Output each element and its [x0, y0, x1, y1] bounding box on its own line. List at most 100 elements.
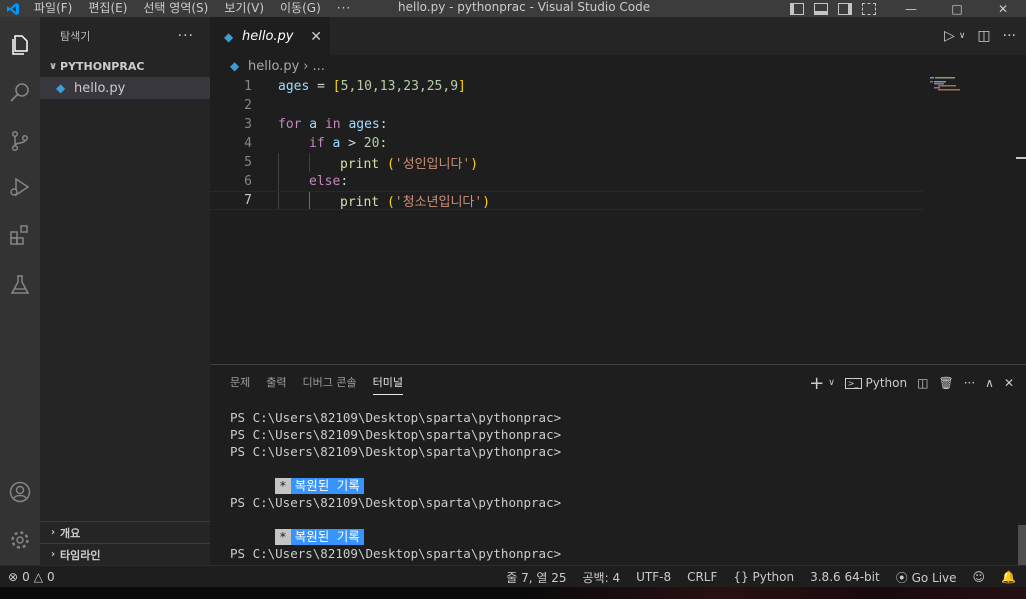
code-line-6: 6 else: [210, 172, 930, 191]
chevron-right-icon: › [50, 527, 56, 538]
editor-tab-bar: ◆ hello.py ✕ ▷ ∨ ◫ ··· [210, 17, 1026, 55]
split-editor-icon[interactable]: ◫ [977, 28, 990, 44]
menu-go[interactable]: 이동(G) [272, 0, 329, 17]
section-timeline-label: 타임라인 [60, 548, 101, 562]
code-text: for a in ages: [278, 117, 388, 132]
terminal-scrollbar[interactable] [1018, 525, 1026, 565]
end-of-line[interactable]: CRLF [687, 570, 717, 584]
folder-pythonprac[interactable]: ∨ PYTHONPRAC [40, 55, 210, 77]
file-item-hello-py[interactable]: ◆ hello.py [40, 77, 210, 99]
manage-gear-icon[interactable] [0, 520, 40, 560]
terminal-output[interactable]: PS C:\Users\82109\Desktop\sparta\pythonp… [230, 409, 561, 562]
status-right-items: 줄 7, 열 25 공백: 4 UTF-8 CRLF {} Python 3.8… [506, 566, 1016, 588]
line-number: 7 [244, 193, 252, 208]
editor-area: ◆ hello.py ✕ ▷ ∨ ◫ ··· ◆ hello.py › ... … [210, 17, 1026, 364]
warning-icon: △ [33, 570, 43, 584]
breadcrumb-separator-icon: › [303, 58, 309, 74]
minimap[interactable] [930, 75, 1020, 115]
line-number: 4 [244, 136, 252, 151]
toggle-panel-icon[interactable] [814, 2, 828, 15]
close-window-icon[interactable]: ✕ [980, 0, 1026, 17]
menu-edit[interactable]: 편집(E) [80, 0, 135, 17]
close-tab-icon[interactable]: ✕ [310, 29, 322, 45]
explorer-icon[interactable] [0, 25, 40, 65]
token-operator: : [379, 117, 388, 132]
error-count: 0 [22, 570, 30, 584]
token-variable: ages [278, 79, 310, 94]
extensions-icon[interactable] [0, 215, 40, 255]
feedback-icon[interactable]: ☺ [973, 570, 986, 584]
code-editor[interactable]: 1 ages = [5,10,13,23,25,9] 2 3 for a in … [210, 77, 930, 210]
run-python-file-icon[interactable]: ▷ [944, 28, 955, 44]
python-file-icon: ◆ [224, 29, 234, 44]
activity-bar [0, 17, 40, 565]
token-variable: ages [340, 117, 380, 132]
notifications-bell-icon[interactable]: 🔔 [1001, 570, 1016, 584]
broadcast-icon: ⦿ [895, 570, 908, 585]
editor-more-actions-icon[interactable]: ··· [1003, 28, 1016, 44]
language-mode[interactable]: {} Python [733, 570, 794, 584]
menu-view[interactable]: 보기(V) [216, 0, 272, 17]
split-terminal-icon[interactable]: ◫ [917, 376, 928, 390]
panel-more-actions-icon[interactable]: ··· [964, 376, 975, 390]
token-operator: : [340, 174, 349, 189]
problems-status[interactable]: ⊗ 0 △ 0 [8, 566, 55, 588]
code-line-3: 3 for a in ages: [210, 115, 930, 134]
accounts-icon[interactable] [0, 472, 40, 512]
tab-terminal[interactable]: 터미널 [365, 365, 411, 401]
encoding[interactable]: UTF-8 [636, 570, 671, 584]
menu-bar: 파일(F) 편집(E) 선택 영역(S) 보기(V) 이동(G) ··· [26, 0, 359, 17]
restored-history-badge: * 복원된 기록 [275, 529, 364, 545]
code-text: else: [309, 174, 348, 189]
folder-name: PYTHONPRAC [60, 59, 145, 73]
breadcrumb-more[interactable]: ... [312, 59, 324, 74]
section-timeline[interactable]: › 타임라인 [40, 543, 210, 565]
customize-layout-icon[interactable] [862, 2, 876, 15]
maximize-panel-chevron-up-icon[interactable]: ∧ [985, 376, 994, 390]
section-outline[interactable]: › 개요 [40, 521, 210, 543]
search-icon[interactable] [0, 73, 40, 113]
bottom-panel: 문제 출력 디버그 콘솔 터미널 + ∨ >_ Python ◫ 🗑 ··· ∧… [210, 364, 1026, 565]
explorer-sidebar: 탐색기 ··· ∨ PYTHONPRAC ◆ hello.py › 개요 › 타… [40, 17, 210, 565]
code-text: ages = [5,10,13,23,25,9] [278, 79, 466, 94]
python-interpreter[interactable]: 3.8.6 64-bit [810, 570, 880, 584]
tab-debug-console[interactable]: 디버그 콘솔 [295, 365, 365, 401]
editor-actions: ▷ ∨ ◫ ··· [944, 17, 1016, 55]
close-panel-icon[interactable]: ✕ [1004, 376, 1014, 390]
terminal-restored-line: * 복원된 기록 [230, 511, 561, 545]
layout-controls [790, 0, 876, 17]
maximize-icon[interactable]: □ [934, 0, 980, 17]
new-terminal-icon[interactable]: + [809, 373, 824, 394]
menu-selection[interactable]: 선택 영역(S) [135, 0, 216, 17]
menu-file[interactable]: 파일(F) [26, 0, 80, 17]
token-keyword: else [309, 174, 341, 189]
terminal-line: PS C:\Users\82109\Desktop\sparta\pythonp… [230, 427, 562, 442]
source-control-icon[interactable] [0, 121, 40, 161]
code-line-5: 5 print ('성인입니다') [210, 153, 930, 172]
editor-scrollbar[interactable] [1016, 157, 1026, 159]
minimize-icon[interactable]: — [888, 0, 934, 17]
run-debug-icon[interactable] [0, 167, 40, 207]
toggle-sidebar-icon[interactable] [790, 2, 804, 15]
token-function: print [340, 195, 380, 210]
testing-icon[interactable] [0, 265, 40, 305]
chevron-down-icon[interactable]: ∨ [828, 378, 835, 388]
chevron-down-icon[interactable]: ∨ [959, 31, 966, 41]
terminal-profile[interactable]: >_ Python [844, 376, 907, 390]
breadcrumb-file[interactable]: hello.py [248, 59, 299, 74]
restored-label: 복원된 기록 [294, 478, 360, 493]
toggle-secondary-sidebar-icon[interactable] [838, 2, 852, 15]
explorer-more-actions-icon[interactable]: ··· [178, 28, 194, 44]
tab-problems[interactable]: 문제 [222, 365, 258, 401]
cursor-position[interactable]: 줄 7, 열 25 [506, 569, 566, 586]
line-number: 3 [244, 117, 252, 132]
tab-output[interactable]: 출력 [258, 365, 294, 401]
tab-hello-py[interactable]: ◆ hello.py ✕ [210, 17, 330, 55]
code-text: print ('성인입니다') [340, 153, 478, 172]
indentation[interactable]: 공백: 4 [583, 569, 621, 586]
menu-more[interactable]: ··· [329, 0, 359, 17]
kill-terminal-trash-icon[interactable]: 🗑 [938, 376, 953, 390]
go-live[interactable]: ⦿ Go Live [896, 569, 957, 586]
explorer-title: 탐색기 [60, 30, 91, 43]
token-operator: > [348, 136, 364, 151]
